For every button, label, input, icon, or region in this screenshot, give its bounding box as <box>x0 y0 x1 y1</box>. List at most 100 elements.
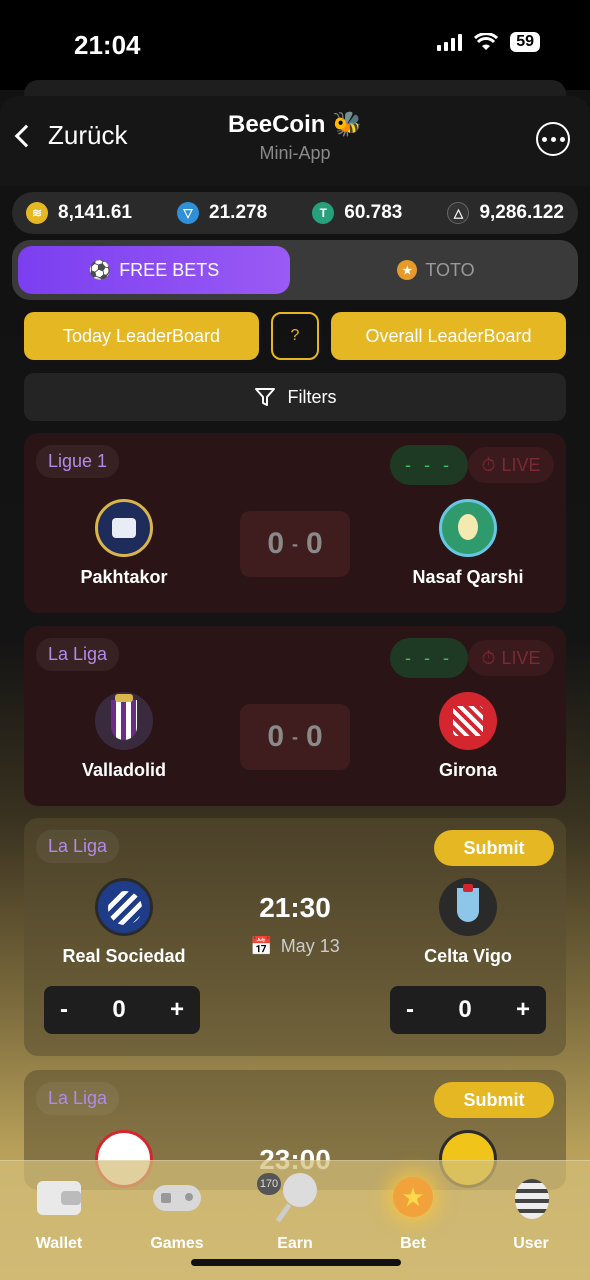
stepper-value: 0 <box>458 996 472 1023</box>
tab-label: Earn <box>277 1235 313 1252</box>
dot-icon <box>559 136 565 142</box>
increment-button[interactable]: + <box>516 996 530 1024</box>
dot-icon <box>550 136 556 142</box>
filters-label: Filters <box>287 386 337 407</box>
home-team-name: Valladolid <box>81 760 167 780</box>
league-badge: La Liga <box>36 830 120 863</box>
battery-indicator: 59 <box>510 32 540 52</box>
status-time: 21:04 <box>74 30 141 60</box>
stopwatch-icon: ⏱ <box>481 647 496 668</box>
home-indicator <box>191 1259 401 1266</box>
away-team: Nasaf Qarshi <box>398 499 538 588</box>
submit-button[interactable]: Submit <box>434 1082 554 1118</box>
balance-value: 60.783 <box>344 202 403 223</box>
tab-toto[interactable]: ★ TOTO <box>300 246 572 294</box>
status-bar: 21:04 59 <box>0 0 590 90</box>
live-label: LIVE <box>501 454 541 475</box>
home-team: Pakhtakor <box>54 499 194 588</box>
toto-star-icon: ★ <box>397 260 418 280</box>
live-badge: ⏱ LIVE <box>468 640 554 676</box>
kickoff-date-label: May 13 <box>280 936 340 956</box>
bee-icon <box>507 1173 555 1221</box>
calendar-icon: 📅 <box>250 936 273 956</box>
score-box: 0 - 0 <box>240 511 350 577</box>
balance-value: 9,286.122 <box>479 202 564 223</box>
bet-mode-switch: ⚽ FREE BETS ★ TOTO <box>12 240 578 300</box>
home-score-stepper: - 0 + <box>44 986 200 1034</box>
stepper-value: 0 <box>112 996 126 1023</box>
triangle-token-icon: △ <box>447 202 470 224</box>
submit-button[interactable]: Submit <box>434 830 554 866</box>
home-score: 0 <box>267 527 284 560</box>
app-subtitle: Mini-App <box>259 143 331 163</box>
gold-coin-icon: ≋ <box>26 202 48 224</box>
away-score: 0 <box>306 527 323 560</box>
balance-tether: T 60.783 <box>312 202 402 224</box>
decrement-button[interactable]: - <box>60 996 68 1024</box>
away-score-stepper: - 0 + <box>390 986 546 1034</box>
match-card-upcoming: La Liga Submit Real Sociedad 21:30 📅 May… <box>24 818 566 1056</box>
overall-leaderboard-button[interactable]: Overall LeaderBoard <box>331 312 566 360</box>
leaderboard-row: Today LeaderBoard ? Overall LeaderBoard <box>24 312 566 360</box>
dot-icon <box>541 136 547 142</box>
tab-wallet[interactable]: Wallet <box>11 1173 107 1253</box>
signal-icon <box>437 33 463 51</box>
league-badge: La Liga <box>36 1082 120 1115</box>
away-score: 0 <box>306 720 323 753</box>
stopwatch-icon: ⏱ <box>481 454 496 475</box>
away-team: Girona <box>398 692 538 781</box>
star-icon: ★ <box>389 1173 437 1221</box>
lollipop-icon: 170 <box>257 1173 319 1223</box>
league-badge: Ligue 1 <box>36 445 120 478</box>
balance-value: 21.278 <box>209 202 268 223</box>
tab-label: User <box>513 1235 549 1252</box>
today-leaderboard-button[interactable]: Today LeaderBoard <box>24 312 259 360</box>
score-separator: - <box>292 726 298 747</box>
tab-earn[interactable]: 170 Earn <box>247 1173 343 1253</box>
tab-bet[interactable]: ★ Bet <box>365 1173 461 1253</box>
increment-button[interactable]: + <box>170 996 184 1024</box>
girona-crest-icon <box>439 692 497 750</box>
tab-free-bets[interactable]: ⚽ FREE BETS <box>18 246 290 294</box>
live-badge: ⏱ LIVE <box>468 447 554 483</box>
tab-games[interactable]: Games <box>129 1173 225 1253</box>
home-team-name: Pakhtakor <box>80 567 168 587</box>
live-label: LIVE <box>501 647 541 668</box>
nasaf-logo-icon <box>439 499 497 557</box>
help-button[interactable]: ? <box>271 312 319 360</box>
balances-bar: ≋ 8,141.61 ▽ 21.278 T 60.783 △ 9,286.122 <box>12 192 578 234</box>
celta-vigo-crest-icon <box>439 878 497 936</box>
app-header: Zurück BeeCoin 🐝 Mini-App <box>0 96 590 186</box>
match-card-live: Ligue 1 - - - ⏱ LIVE Pakhtakor 0 - 0 Nas… <box>24 433 566 613</box>
home-team: Valladolid <box>54 692 194 781</box>
filters-button[interactable]: Filters <box>24 373 566 421</box>
balance-value: 8,141.61 <box>58 202 132 223</box>
tab-user[interactable]: User <box>483 1173 579 1253</box>
title-block: BeeCoin 🐝 Mini-App <box>0 110 590 164</box>
score-box: 0 - 0 <box>240 704 350 770</box>
away-team-name: Nasaf Qarshi <box>412 567 524 587</box>
tab-label: TOTO <box>425 259 475 280</box>
match-card-live: La Liga - - - ⏱ LIVE Valladolid 0 - 0 Gi… <box>24 626 566 806</box>
tab-label: FREE BETS <box>119 259 220 280</box>
valladolid-crest-icon <box>95 692 153 750</box>
match-status-pill: - - - <box>390 445 468 485</box>
more-options-button[interactable] <box>536 122 570 156</box>
balance-triangle-token: △ 9,286.122 <box>447 202 564 224</box>
status-icons: 59 <box>437 32 540 52</box>
pakhtakor-logo-icon <box>95 499 153 557</box>
filter-icon <box>254 388 275 406</box>
tab-label: Bet <box>400 1235 426 1252</box>
wallet-icon <box>35 1173 83 1221</box>
away-team-name: Celta Vigo <box>424 946 512 966</box>
home-score: 0 <box>267 720 284 753</box>
league-badge: La Liga <box>36 638 120 671</box>
away-team: Celta Vigo <box>398 878 538 967</box>
tether-icon: T <box>312 202 335 224</box>
tab-label: Games <box>150 1235 204 1252</box>
ton-icon: ▽ <box>177 202 200 224</box>
app-title: BeeCoin 🐝 <box>228 111 362 138</box>
balance-ton: ▽ 21.278 <box>177 202 267 224</box>
decrement-button[interactable]: - <box>406 996 414 1024</box>
soccer-ball-icon: ⚽ <box>88 259 112 280</box>
